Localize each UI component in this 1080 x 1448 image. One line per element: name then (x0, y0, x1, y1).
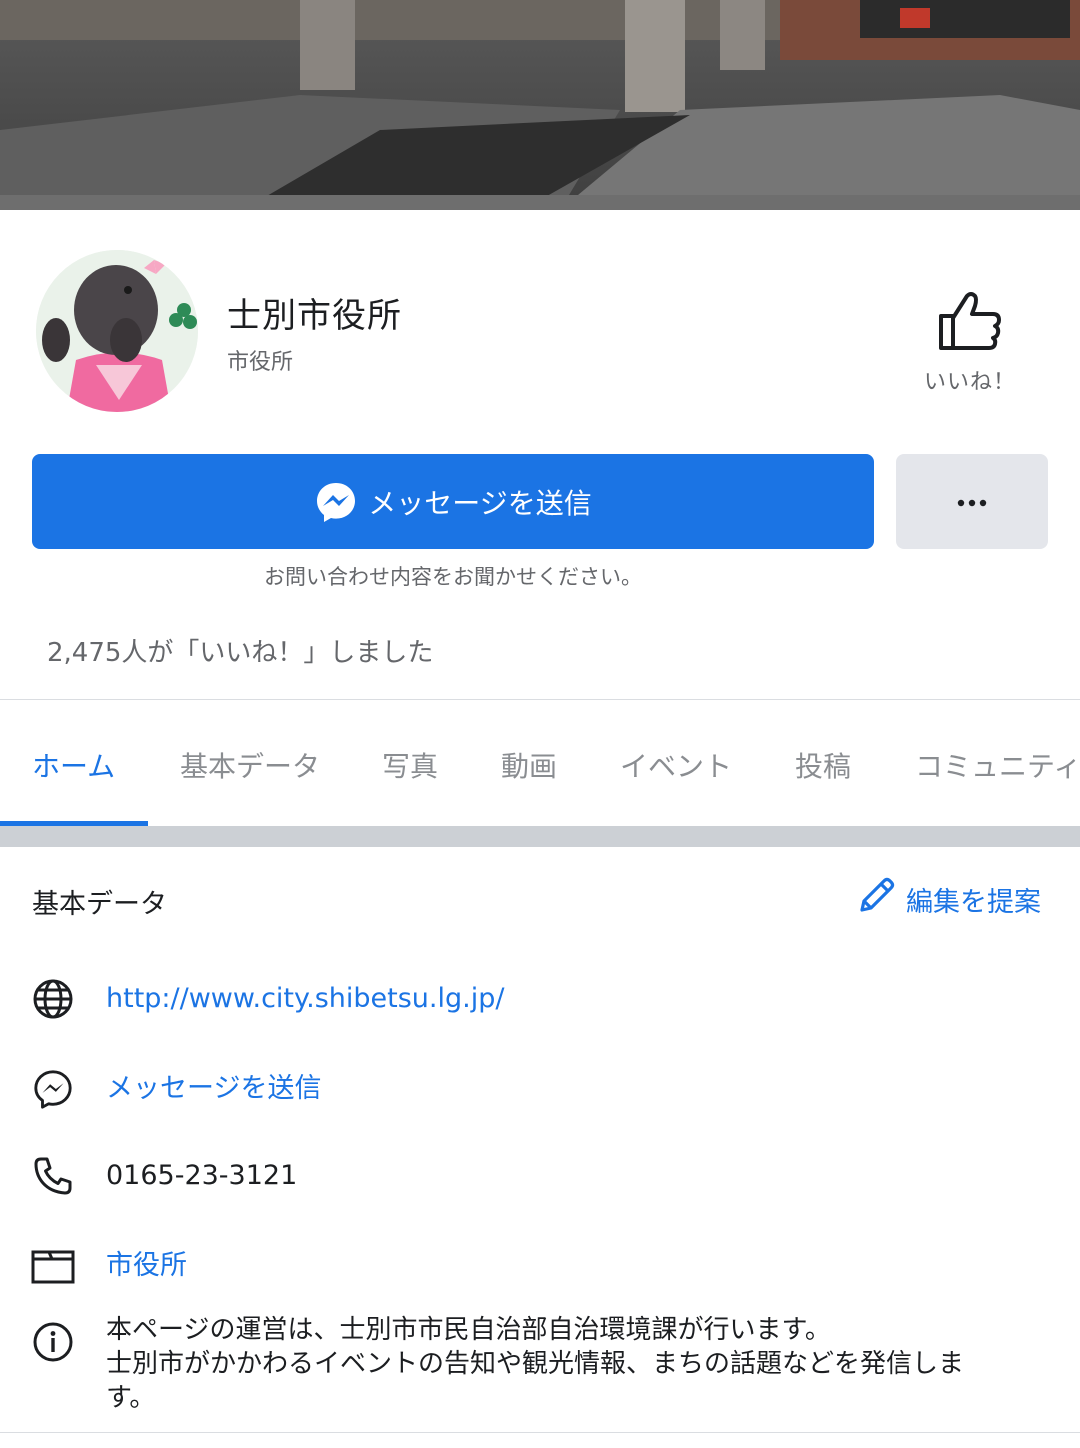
page-description: 本ページの運営は、士別市市民自治部自治環境課が行います。 士別市がかかわるイベン… (106, 1313, 1046, 1415)
send-message-button[interactable]: メッセージを送信 (32, 454, 874, 549)
tab-videos[interactable]: 動画 (501, 745, 557, 785)
page-category[interactable]: 市役所 (227, 344, 293, 376)
messenger-row: メッセージを送信 (30, 1066, 1050, 1112)
category-row: 市役所 (30, 1243, 1050, 1289)
page-title: 士別市役所 (227, 296, 402, 336)
suggest-edit-button[interactable]: 編集を提案 (856, 876, 1041, 923)
tab-posts[interactable]: 投稿 (795, 745, 851, 785)
suggest-edit-label: 編集を提案 (906, 886, 1041, 918)
description-line: す。 (106, 1383, 156, 1413)
thumbs-up-icon (900, 290, 1040, 352)
website-link[interactable]: http://www.city.shibetsu.lg.jp/ (106, 976, 504, 1022)
tab-bar: ホーム 基本データ 写真 動画 イベント 投稿 コミュニティ (0, 700, 1080, 826)
section-separator (0, 826, 1080, 847)
website-row: http://www.city.shibetsu.lg.jp/ (30, 976, 1050, 1022)
messenger-icon (314, 480, 358, 524)
like-label: いいね！ (923, 370, 1016, 395)
more-dots-icon (957, 492, 987, 511)
tab-about[interactable]: 基本データ (180, 745, 320, 785)
more-options-button[interactable] (896, 454, 1048, 549)
like-button[interactable]: いいね！ (900, 290, 1040, 400)
send-message-link[interactable]: メッセージを送信 (106, 1066, 321, 1112)
send-message-label: メッセージを送信 (368, 486, 592, 520)
description-row: 本ページの運営は、士別市市民自治部自治環境課が行います。 士別市がかかわるイベン… (30, 1313, 1050, 1415)
phone-number[interactable]: 0165-23-3121 (106, 1153, 297, 1199)
profile-avatar[interactable] (34, 248, 200, 414)
phone-icon (30, 1153, 76, 1199)
divider (0, 1432, 1080, 1433)
tab-home[interactable]: ホーム (32, 745, 115, 785)
globe-icon (30, 976, 76, 1022)
folder-icon (30, 1243, 76, 1289)
tab-events[interactable]: イベント (620, 745, 732, 785)
pencil-icon (856, 876, 906, 923)
description-line: 本ページの運営は、士別市市民自治部自治環境課が行います。 (106, 1315, 831, 1345)
description-line: 士別市がかかわるイベントの告知や観光情報、まちの話題などを発信しま (106, 1349, 965, 1379)
phone-row: 0165-23-3121 (30, 1153, 1050, 1199)
category-link[interactable]: 市役所 (106, 1243, 187, 1289)
about-section-title: 基本データ (32, 889, 167, 920)
tab-photos[interactable]: 写真 (382, 745, 438, 785)
likes-summary[interactable]: 2,475人が「いいね！」しました (47, 632, 433, 669)
tab-community[interactable]: コミュニティ (915, 745, 1080, 785)
info-icon (30, 1319, 76, 1365)
messenger-icon (30, 1066, 76, 1112)
message-hint: お問い合わせ内容をお聞かせください。 (264, 565, 642, 589)
cover-photo[interactable] (0, 0, 1080, 210)
